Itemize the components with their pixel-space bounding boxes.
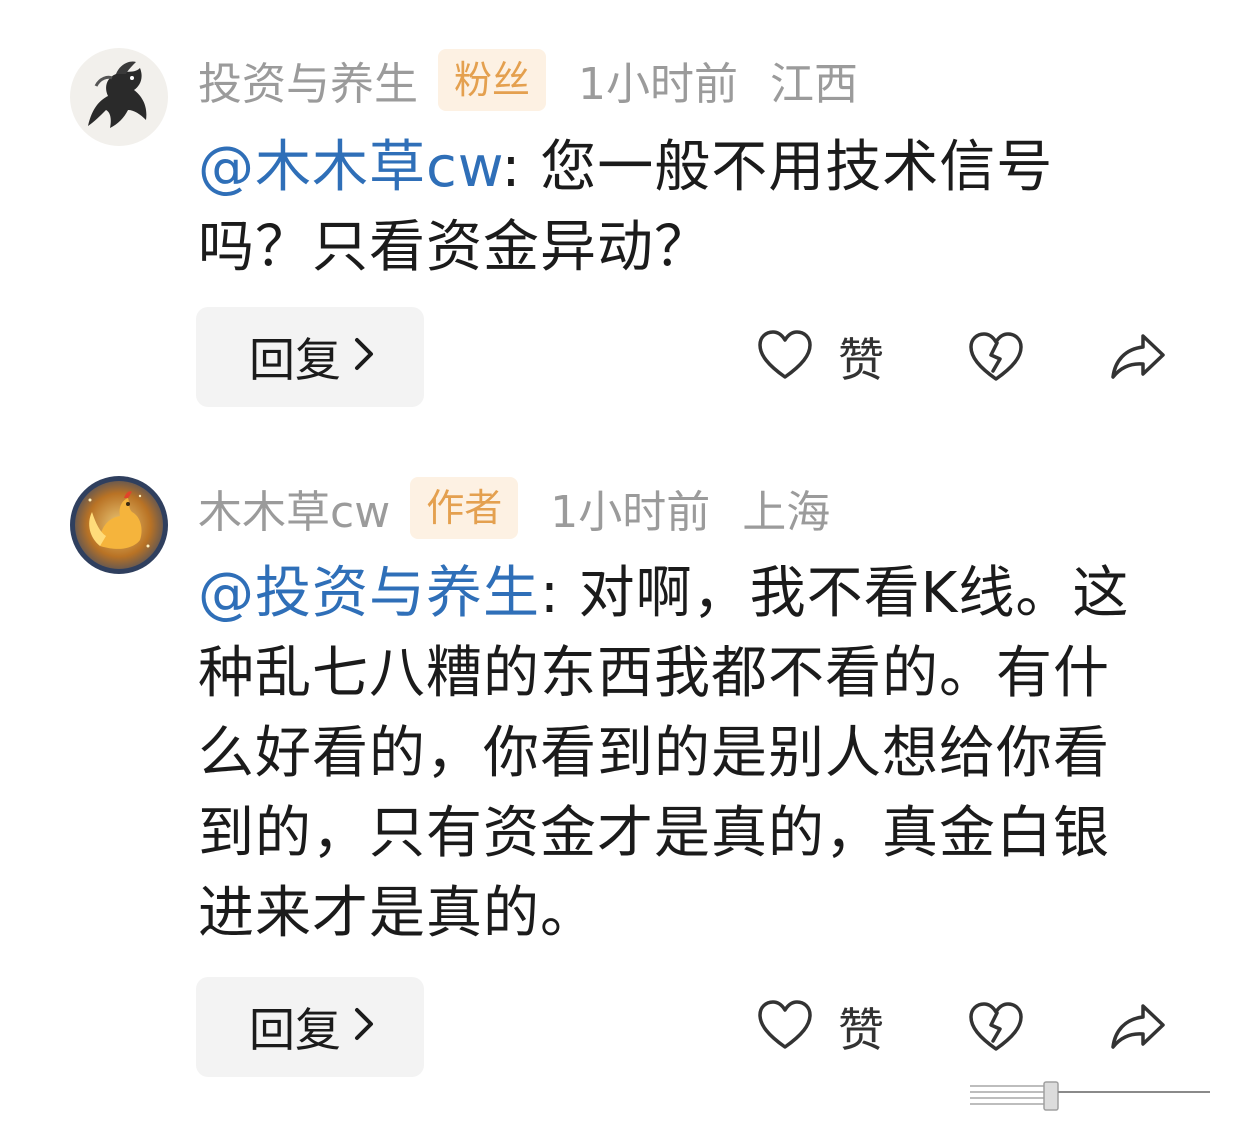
- author-badge: 作者: [410, 477, 519, 539]
- mention-link[interactable]: @木木草cw: [198, 135, 502, 200]
- like-button[interactable]: 赞: [756, 997, 884, 1057]
- avatar[interactable]: [70, 48, 168, 146]
- share-button[interactable]: [1108, 327, 1168, 387]
- avatar[interactable]: [70, 476, 168, 574]
- heart-icon: [756, 999, 814, 1055]
- reply-button[interactable]: 回复: [196, 307, 424, 407]
- comment-meta: 投资与养生 粉丝 1小时前 江西: [198, 48, 858, 112]
- chevron-right-icon: [353, 1003, 375, 1052]
- reply-label: 回复: [249, 1003, 341, 1057]
- like-label: 赞: [838, 1003, 884, 1057]
- comment-meta: 木木草cw 作者 1小时前 上海: [198, 476, 830, 540]
- like-button[interactable]: 赞: [756, 327, 884, 387]
- timestamp: 1小时前: [578, 59, 739, 110]
- broken-heart-icon: [969, 1002, 1023, 1051]
- reply-label: 回复: [249, 333, 341, 387]
- location: 江西: [770, 59, 859, 110]
- location: 上海: [742, 487, 831, 538]
- dislike-button[interactable]: [966, 997, 1026, 1057]
- username[interactable]: 投资与养生: [198, 48, 418, 112]
- dislike-button[interactable]: [966, 327, 1026, 387]
- share-arrow-icon: [1111, 334, 1165, 379]
- like-label: 赞: [838, 333, 884, 387]
- scroll-indicator-icon: [970, 1081, 1210, 1111]
- scroll-handle[interactable]: [968, 1080, 1212, 1112]
- share-button[interactable]: [1108, 997, 1168, 1057]
- username[interactable]: 木木草cw: [198, 476, 390, 540]
- timestamp: 1小时前: [550, 487, 711, 538]
- share-arrow-icon: [1111, 1004, 1165, 1049]
- horse-ink-painting-avatar-icon: [70, 48, 168, 146]
- comment-text: @投资与养生: 对啊，我不看K线。这种乱七八糟的东西我都不看的。有什么好看的，你…: [198, 554, 1158, 954]
- reply-button[interactable]: 回复: [196, 977, 424, 1077]
- fan-badge: 粉丝: [438, 49, 547, 111]
- golden-rooster-avatar-icon: [70, 476, 168, 574]
- comment-text: @木木草cw: 您一般不用技术信号吗？只看资金异动？: [198, 128, 1158, 288]
- heart-icon: [756, 329, 814, 385]
- mention-link[interactable]: @投资与养生: [198, 561, 540, 626]
- chevron-right-icon: [353, 333, 375, 382]
- broken-heart-icon: [969, 332, 1023, 381]
